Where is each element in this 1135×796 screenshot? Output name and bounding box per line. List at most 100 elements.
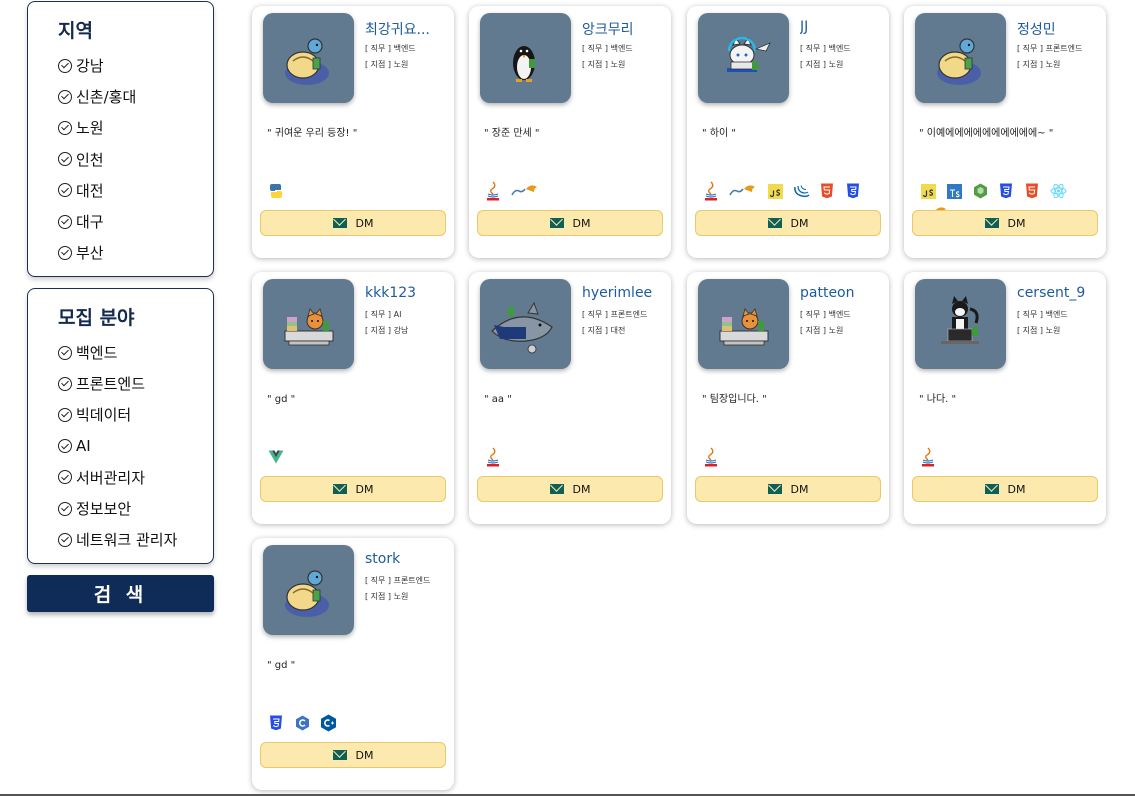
dm-button[interactable]: DM <box>477 476 663 502</box>
profile-branch: [ 지점 ] 노원 <box>365 60 409 69</box>
profile-intro: " 귀여운 우리 등장! " <box>267 128 358 139</box>
region-filter-option[interactable]: 노원 <box>58 112 213 143</box>
region-filter: 지역 강남신촌/홍대노원 인천대전대구부산 <box>27 1 214 277</box>
shark-avatar <box>480 279 571 369</box>
check-circle-icon <box>58 407 72 422</box>
skill-list <box>702 181 882 201</box>
dm-label: DM <box>355 748 374 762</box>
region-filter-label: 강남 <box>76 57 104 76</box>
dm-label: DM <box>790 216 809 230</box>
field-filter-label: 프론트엔드 <box>76 375 146 394</box>
region-filter-label: 대전 <box>76 181 104 200</box>
profile-name[interactable]: hyerimlee <box>582 285 662 301</box>
dm-button[interactable]: DM <box>477 210 663 236</box>
profile-branch: [ 지점 ] 노원 <box>1017 60 1061 69</box>
region-filter-option[interactable]: 대전 <box>58 175 213 206</box>
profile-intro: " gd " <box>267 394 296 405</box>
profile-intro: " 나다. " <box>919 394 957 405</box>
profile-card: hyerimlee [ 직무 ] 프론트엔드 [ 지점 ] 대전 " aa " DM <box>469 272 671 524</box>
search-button[interactable]: 검 색 <box>27 575 214 612</box>
dm-button[interactable]: DM <box>260 476 446 502</box>
profile-intro: " aa " <box>484 394 512 405</box>
vue-icon <box>267 448 285 466</box>
profile-job: [ 직무 ] 프론트엔드 <box>582 310 648 319</box>
profile-name[interactable]: kkk123 <box>365 285 445 301</box>
python-icon <box>267 182 285 200</box>
profile-intro: " 이예에에에에에에에에에에~ " <box>919 128 1054 139</box>
dm-button[interactable]: DM <box>260 210 446 236</box>
region-filter-option[interactable]: 대구 <box>58 206 213 237</box>
profile-name[interactable]: patteon <box>800 285 880 301</box>
field-filter-option[interactable]: 서버관리자 <box>58 462 213 493</box>
field-filter-option[interactable]: 빅데이터 <box>58 399 213 430</box>
check-circle-icon <box>58 214 72 229</box>
field-filter-option[interactable]: 정보보안 <box>58 493 213 524</box>
profile-card: JJ [ 직무 ] 백엔드 [ 지점 ] 노원 " 하이 " DM <box>687 6 889 258</box>
java-icon <box>702 447 720 467</box>
mail-icon <box>984 484 999 494</box>
region-filter-option[interactable]: 부산 <box>58 237 213 268</box>
region-filter-option[interactable]: 신촌/홍대 <box>58 81 213 112</box>
profile-name[interactable]: 정성민 <box>1017 19 1097 39</box>
profile-job: [ 직무 ] AI <box>365 310 402 319</box>
check-circle-icon <box>58 58 72 73</box>
region-filter-option[interactable]: 인천 <box>58 144 213 175</box>
dm-button[interactable]: DM <box>260 742 446 768</box>
profile-branch: [ 지점 ] 노원 <box>1017 326 1061 335</box>
check-circle-icon <box>58 345 72 360</box>
mail-icon <box>332 218 347 228</box>
profile-card: cersent_9 [ 직무 ] 백엔드 [ 지점 ] 노원 " 나다. " DM <box>904 272 1106 524</box>
skill-list <box>702 447 882 467</box>
field-filter-option[interactable]: AI <box>58 431 213 462</box>
nodejs-icon <box>971 182 989 200</box>
field-filter-label: AI <box>76 437 91 456</box>
profile-job: [ 직무 ] 백엔드 <box>582 44 633 53</box>
profile-name[interactable]: 앙크무리 <box>582 19 662 39</box>
css3-icon <box>844 182 862 200</box>
profile-intro: " gd " <box>267 660 296 671</box>
profile-name[interactable]: stork <box>365 551 445 567</box>
penguin-avatar <box>480 13 571 103</box>
javascript-icon <box>766 182 784 200</box>
profile-job: [ 직무 ] 백엔드 <box>365 44 416 53</box>
mysql-icon <box>728 182 758 200</box>
field-filter-option[interactable]: 프론트엔드 <box>58 368 213 399</box>
field-filter-option[interactable]: 네트워크 관리자 <box>58 524 213 555</box>
region-filter-option[interactable]: 강남 <box>58 50 213 81</box>
mysql-icon <box>510 182 540 200</box>
field-filter-label: 네트워크 관리자 <box>76 531 178 550</box>
dm-label: DM <box>790 482 809 496</box>
skill-list <box>484 181 664 201</box>
region-filter-title: 지역 <box>58 20 93 42</box>
dm-button[interactable]: DM <box>912 476 1098 502</box>
profile-name[interactable]: JJ <box>800 19 880 35</box>
dm-label: DM <box>572 216 591 230</box>
mail-icon <box>767 484 782 494</box>
css3-icon <box>267 714 285 732</box>
profile-intro: " 하이 " <box>702 128 736 139</box>
cat-desk-avatar <box>263 279 354 369</box>
dm-button[interactable]: DM <box>912 210 1098 236</box>
jquery-icon <box>792 182 810 200</box>
java-icon <box>484 181 502 201</box>
html5-icon <box>1023 182 1041 200</box>
field-filter-option[interactable]: 백엔드 <box>58 337 213 368</box>
profile-branch: [ 지점 ] 강남 <box>365 326 409 335</box>
profile-name[interactable]: cersent_9 <box>1017 285 1097 301</box>
mail-icon <box>767 218 782 228</box>
javascript-icon <box>919 182 937 200</box>
check-circle-icon <box>58 183 72 198</box>
java-icon <box>484 447 502 467</box>
profile-branch: [ 지점 ] 노원 <box>365 592 409 601</box>
check-circle-icon <box>58 532 72 547</box>
dm-button[interactable]: DM <box>695 476 881 502</box>
dm-button[interactable]: DM <box>695 210 881 236</box>
region-filter-label: 신촌/홍대 <box>76 88 137 107</box>
profile-job: [ 직무 ] 백엔드 <box>800 310 851 319</box>
region-filter-label: 대구 <box>76 213 104 232</box>
profile-name[interactable]: 최강귀요... <box>365 19 445 39</box>
mail-icon <box>549 484 564 494</box>
profile-card: kkk123 [ 직무 ] AI [ 지점 ] 강남 " gd " DM <box>252 272 454 524</box>
profile-card: 정성민 [ 직무 ] 프론트엔드 [ 지점 ] 노원 " 이예에에에에에에에에에에~ … <box>904 6 1106 258</box>
profile-branch: [ 지점 ] 노원 <box>800 60 844 69</box>
